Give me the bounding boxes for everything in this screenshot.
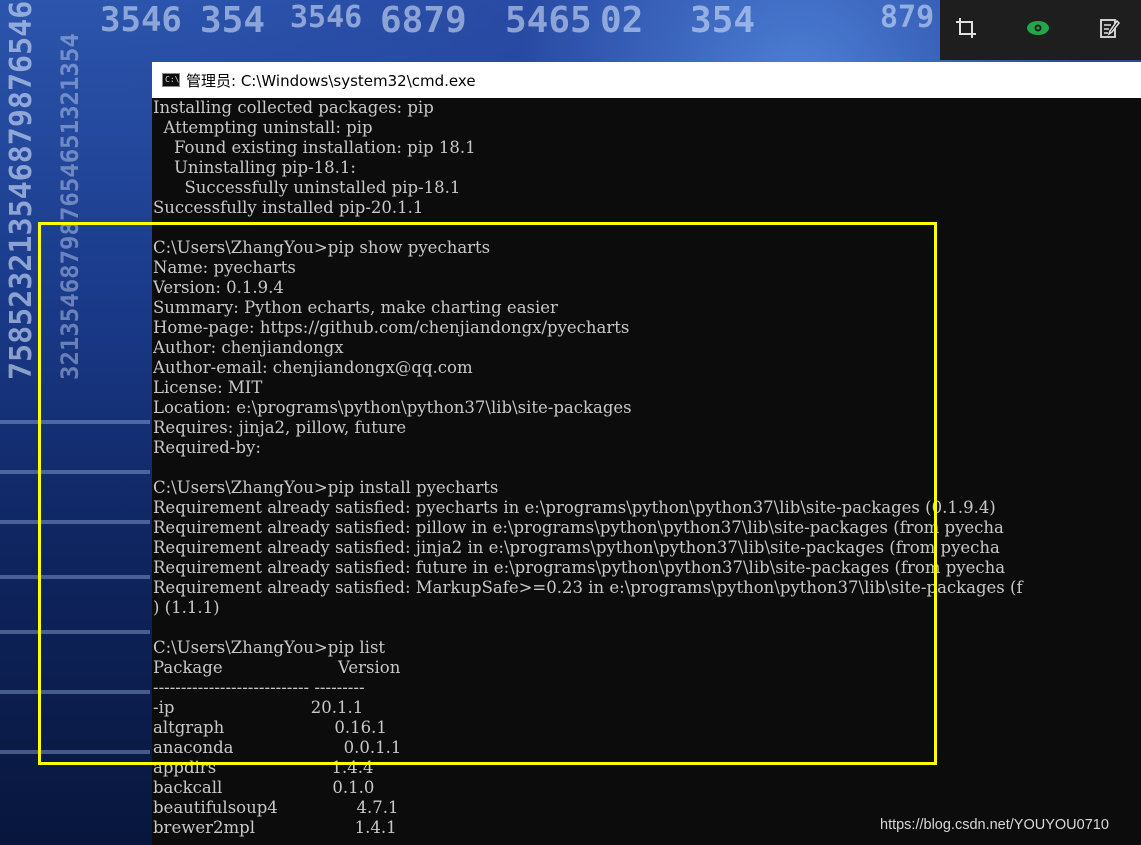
- background-digits: 3546: [290, 0, 363, 35]
- console-line: Package Version: [153, 658, 401, 677]
- console-line: Requirement already satisfied: pillow in…: [153, 518, 1004, 537]
- console-line: ---------------------------- ---------: [153, 678, 365, 697]
- console-line: backcall 0.1.0: [153, 778, 375, 797]
- console-line: Successfully uninstalled pip-18.1: [153, 178, 461, 197]
- console-line: Requirement already satisfied: pyecharts…: [153, 498, 996, 517]
- console-line: Attempting uninstall: pip: [153, 118, 373, 137]
- console-line: C:\Users\ZhangYou>pip install pyecharts: [153, 478, 499, 497]
- console-output[interactable]: Installing collected packages: pip Attem…: [153, 98, 1141, 845]
- console-line: altgraph 0.16.1: [153, 718, 387, 737]
- background-digits-column: 758523213546879876546513: [4, 0, 39, 380]
- console-line: anaconda 0.0.1.1: [153, 738, 402, 757]
- edit-icon[interactable]: [1096, 14, 1124, 42]
- eye-icon[interactable]: [1024, 14, 1052, 42]
- console-line: Requires: jinja2, pillow, future: [153, 418, 407, 437]
- console-line: Found existing installation: pip 18.1: [153, 138, 476, 157]
- background-digits: 3546: [100, 0, 182, 40]
- console-line: Requirement already satisfied: jinja2 in…: [153, 538, 1000, 557]
- background-digits-column: 321354687987654651321354: [56, 33, 84, 380]
- console-line: -ip 20.1.1: [153, 698, 364, 717]
- console-line: Installing collected packages: pip: [153, 98, 434, 117]
- console-line: Name: pyecharts: [153, 258, 296, 277]
- watermark: https://blog.csdn.net/YOUYOU0710: [880, 817, 1109, 833]
- console-line: appdirs 1.4.4: [153, 758, 374, 777]
- crop-icon[interactable]: [952, 14, 980, 42]
- console-line: Required-by:: [153, 438, 261, 457]
- background-digits: 02: [600, 0, 644, 41]
- console-line: Home-page: https://github.com/chenjiando…: [153, 318, 630, 337]
- console-line: Summary: Python echarts, make charting e…: [153, 298, 558, 317]
- console-line: Location: e:\programs\python\python37\li…: [153, 398, 632, 417]
- cmd-window[interactable]: C:\ 管理员: C:\Windows\system32\cmd.exe Ins…: [152, 62, 1141, 845]
- console-line: C:\Users\ZhangYou>pip list: [153, 638, 386, 657]
- console-line: Requirement already satisfied: MarkupSaf…: [153, 578, 1023, 597]
- background-digits: 5465: [505, 0, 592, 41]
- image-toolbar: [940, 0, 1141, 60]
- background-digits: 6879: [380, 0, 467, 41]
- background-digits: 879: [880, 0, 935, 35]
- window-title: 管理员: C:\Windows\system32\cmd.exe: [186, 72, 476, 90]
- console-line: Successfully installed pip-20.1.1: [153, 198, 424, 217]
- background-digits: 354: [200, 0, 266, 41]
- console-line: License: MIT: [153, 378, 263, 397]
- window-titlebar[interactable]: C:\ 管理员: C:\Windows\system32\cmd.exe: [152, 62, 1141, 98]
- background-digits: 354: [690, 0, 756, 41]
- console-line: Version: 0.1.9.4: [153, 278, 284, 297]
- console-line: Author-email: chenjiandongx@qq.com: [153, 358, 473, 377]
- console-line: ) (1.1.1): [153, 598, 220, 617]
- cmd-icon: C:\: [162, 73, 180, 87]
- console-line: Author: chenjiandongx: [153, 338, 344, 357]
- console-line: C:\Users\ZhangYou>pip show pyecharts: [153, 238, 491, 257]
- console-line: beautifulsoup4 4.7.1: [153, 798, 399, 817]
- console-line: Uninstalling pip-18.1:: [153, 158, 356, 177]
- console-line: Requirement already satisfied: future in…: [153, 558, 1006, 577]
